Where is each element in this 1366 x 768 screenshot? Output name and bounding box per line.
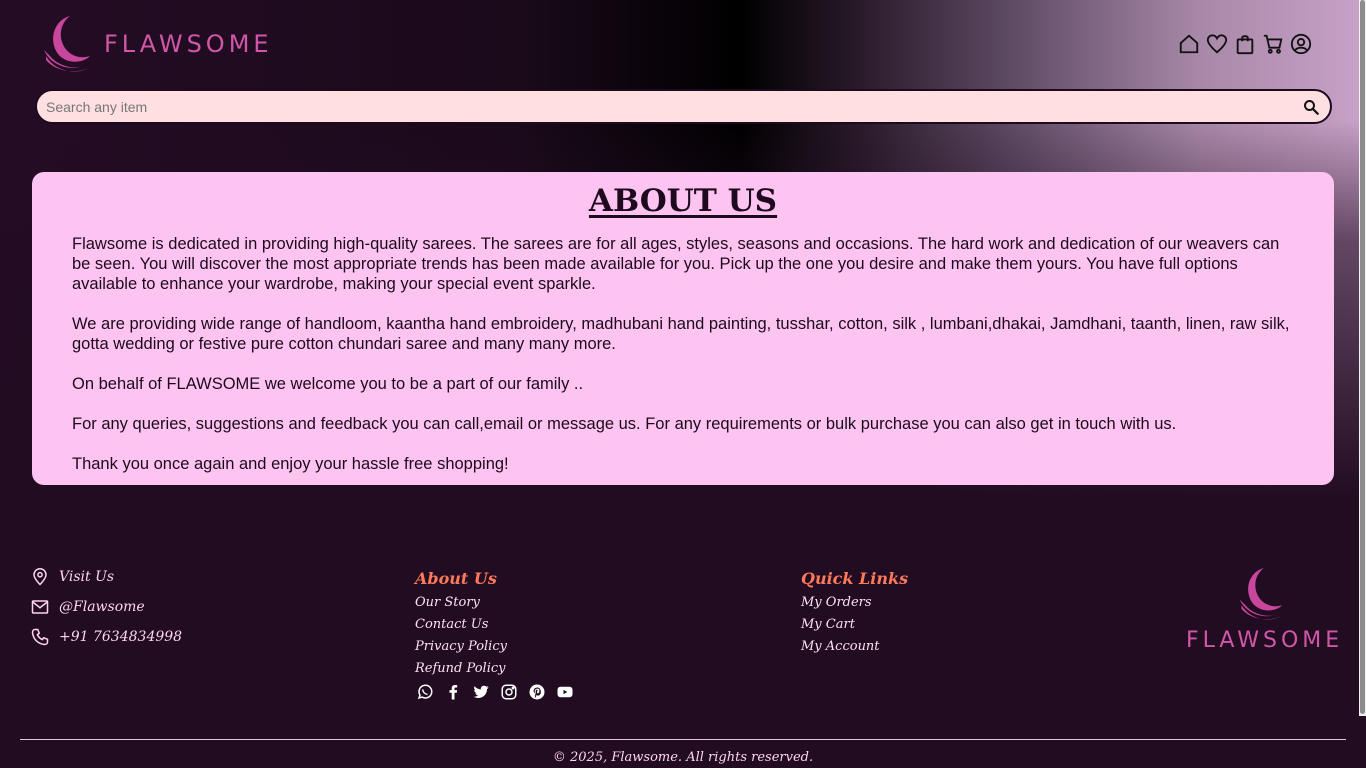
about-paragraph: We are providing wide range of handloom,… bbox=[72, 315, 1290, 353]
home-icon[interactable] bbox=[1178, 32, 1200, 56]
footer-link-my-cart[interactable]: My Cart bbox=[801, 614, 908, 636]
about-title: ABOUT US bbox=[588, 183, 778, 219]
header-nav bbox=[1178, 32, 1312, 56]
visit-us-text: Visit Us bbox=[59, 569, 115, 585]
footer-divider bbox=[20, 739, 1346, 740]
about-paragraph: Thank you once again and enjoy your hass… bbox=[72, 455, 509, 473]
about-paragraph: For any queries, suggestions and feedbac… bbox=[72, 415, 1177, 433]
copyright-text: © 2025, Flawsome. All rights reserved. bbox=[552, 750, 814, 765]
search-icon[interactable] bbox=[1302, 98, 1320, 116]
about-body: Flawsome is dedicated in providing high-… bbox=[72, 234, 1294, 474]
phone-icon bbox=[31, 628, 49, 646]
about-paragraph: On behalf of FLAWSOME we welcome you to … bbox=[72, 375, 584, 393]
brand-logo[interactable]: FLAWSOME bbox=[40, 14, 273, 74]
search-input[interactable] bbox=[46, 98, 1302, 115]
youtube-icon[interactable] bbox=[555, 682, 575, 702]
heart-icon[interactable] bbox=[1206, 32, 1228, 56]
bag-icon[interactable] bbox=[1234, 32, 1256, 56]
moon-logo-icon bbox=[44, 16, 90, 72]
footer-link-our-story[interactable]: Our Story bbox=[415, 592, 575, 614]
about-card: ABOUT US Flawsome is dedicated in provid… bbox=[32, 172, 1334, 485]
moon-logo-icon bbox=[1239, 568, 1283, 620]
email-handle-text: @Flawsome bbox=[59, 599, 145, 615]
facebook-icon[interactable] bbox=[443, 682, 463, 702]
search-bar bbox=[35, 89, 1332, 124]
footer-quick-links: Quick Links My Orders My Cart My Account bbox=[801, 566, 908, 658]
whatsapp-icon[interactable] bbox=[415, 682, 435, 702]
footer-link-my-orders[interactable]: My Orders bbox=[801, 592, 908, 614]
twitter-icon[interactable] bbox=[471, 682, 491, 702]
email-row[interactable]: @Flawsome bbox=[31, 592, 182, 622]
footer-quick-heading: Quick Links bbox=[801, 569, 909, 588]
pinterest-icon[interactable] bbox=[527, 682, 547, 702]
brand-name: FLAWSOME bbox=[104, 30, 273, 58]
footer-link-refund-policy[interactable]: Refund Policy bbox=[415, 658, 575, 680]
about-paragraph: Flawsome is dedicated in providing high-… bbox=[72, 235, 1280, 293]
location-pin-icon bbox=[33, 568, 47, 586]
phone-row[interactable]: +91 7634834998 bbox=[31, 622, 182, 652]
footer-contact: Visit Us @Flawsome +91 7634834998 bbox=[31, 562, 182, 652]
footer-link-privacy-policy[interactable]: Privacy Policy bbox=[415, 636, 575, 658]
footer-brand-logo[interactable]: FLAWSOME bbox=[1186, 566, 1344, 653]
footer-about-heading: About Us bbox=[415, 569, 497, 588]
visit-us-row[interactable]: Visit Us bbox=[31, 562, 182, 592]
footer-brand-name: FLAWSOME bbox=[1186, 628, 1344, 653]
account-icon[interactable] bbox=[1290, 32, 1312, 56]
phone-number-text: +91 7634834998 bbox=[59, 629, 183, 645]
scrollbar-thumb[interactable] bbox=[1360, 0, 1365, 714]
social-links bbox=[415, 682, 575, 702]
footer-link-contact-us[interactable]: Contact Us bbox=[415, 614, 575, 636]
cart-icon[interactable] bbox=[1262, 32, 1284, 56]
mail-icon bbox=[31, 600, 49, 614]
footer-link-my-account[interactable]: My Account bbox=[801, 636, 908, 658]
instagram-icon[interactable] bbox=[499, 682, 519, 702]
footer-about: About Us Our Story Contact Us Privacy Po… bbox=[415, 566, 575, 702]
